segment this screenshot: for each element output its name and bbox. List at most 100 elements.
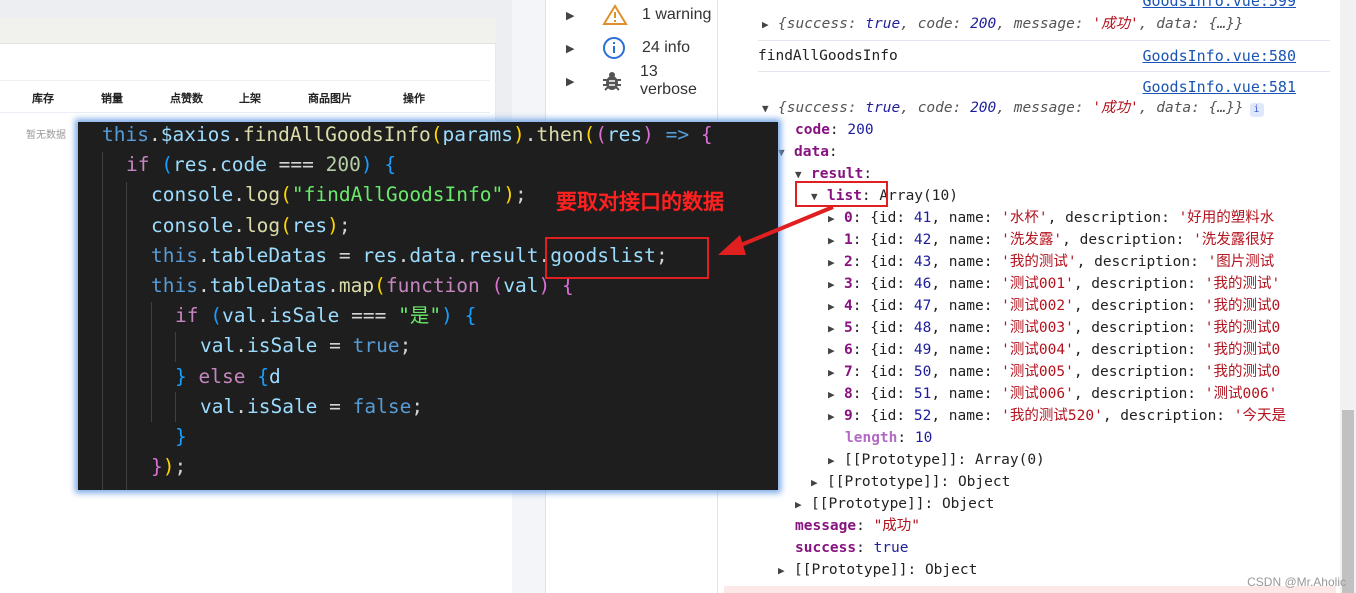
expand-arrow-icon[interactable]: ▶ <box>828 362 844 384</box>
column-header-stock[interactable]: 库存 <box>32 90 54 106</box>
code-token: . <box>235 334 247 358</box>
list-item[interactable]: ▶ 1: {id: 42, name: '洗发露', description: '… <box>828 229 1274 251</box>
code-line[interactable]: }); <box>151 452 186 482</box>
code-token: ( <box>161 153 173 177</box>
prop-data[interactable]: ▼ data: <box>778 141 838 163</box>
prototype-result[interactable]: ▶ [[Prototype]]: Object <box>811 471 1010 493</box>
collapse-arrow-icon[interactable]: ▼ <box>778 142 794 164</box>
code-token: findAllGoodsInfo <box>242 123 431 146</box>
expand-arrow-icon[interactable]: ▶ <box>828 296 844 318</box>
expand-arrow-icon[interactable]: ▶ <box>566 9 602 22</box>
code-token: data <box>409 243 457 267</box>
expand-arrow-icon[interactable]: ▶ <box>811 472 827 494</box>
value: 10 <box>914 430 933 446</box>
log-summary-expanded[interactable]: ▼ {success: true, code: 200, message: '成功… <box>762 97 1264 119</box>
expand-arrow-icon[interactable]: ▶ <box>828 274 844 296</box>
value: 200 <box>970 100 997 116</box>
filter-warnings[interactable]: ▶ 1 warning <box>566 3 711 27</box>
list-item[interactable]: ▶ 6: {id: 49, name: '测试004', description:… <box>828 339 1280 361</box>
code-line[interactable]: } <box>175 422 187 452</box>
expand-arrow-icon[interactable]: ▶ <box>828 384 844 406</box>
key: data <box>794 144 829 160</box>
text: , message: <box>996 16 1093 32</box>
collapse-arrow-icon[interactable]: ▼ <box>762 98 778 120</box>
code-token: } <box>175 364 187 388</box>
source-link-599[interactable]: GoodsInfo.vue:599 <box>1142 0 1296 10</box>
code-line[interactable]: this.$axios.findAllGoodsInfo(params).the… <box>102 122 713 150</box>
code-token: params <box>442 123 513 146</box>
code-token: . <box>524 123 537 146</box>
code-token: "是" <box>398 304 442 328</box>
text: [[Prototype]]: Array(0) <box>844 452 1045 468</box>
name: '测试001' <box>1001 276 1074 292</box>
code-token: . <box>257 304 269 328</box>
info-icon <box>602 36 642 60</box>
prop-message: message: "成功" <box>795 518 921 534</box>
code-token: function <box>385 274 480 297</box>
code-line[interactable]: if (res.code === 200) { <box>126 150 396 180</box>
expand-arrow-icon[interactable]: ▶ <box>566 75 601 88</box>
description: '好用的塑料水 <box>1178 210 1275 226</box>
info-badge[interactable]: i <box>1249 103 1264 117</box>
column-header-image[interactable]: 商品图片 <box>308 90 352 106</box>
column-header-likes[interactable]: 点赞数 <box>170 90 203 106</box>
list-item[interactable]: ▶ 9: {id: 52, name: '我的测试520', descriptio… <box>828 405 1286 427</box>
expand-arrow-icon[interactable]: ▶ <box>828 340 844 362</box>
filter-verbose[interactable]: ▶ 13 verbose <box>566 63 717 98</box>
list-item[interactable]: ▶ 2: {id: 43, name: '我的测试', description: … <box>828 251 1274 273</box>
code-token: = <box>317 334 353 358</box>
code-token: ( <box>595 123 607 146</box>
list-item[interactable]: ▶ 5: {id: 48, name: '测试003', description:… <box>828 317 1280 339</box>
description: '我的测试' <box>1204 276 1281 292</box>
value: true <box>865 16 901 32</box>
filter-info[interactable]: ▶ 24 info <box>566 36 690 60</box>
scrollbar-thumb[interactable] <box>1342 410 1354 593</box>
table-header: 库存 销量 点赞数 上架 商品图片 操作 <box>0 80 490 113</box>
code-token: . <box>233 213 245 237</box>
prototype-data[interactable]: ▶ [[Prototype]]: Object <box>795 493 994 515</box>
column-header-sales[interactable]: 销量 <box>101 90 123 106</box>
column-header-on-sale[interactable]: 上架 <box>239 90 261 106</box>
bug-icon <box>601 70 640 92</box>
code-token: ( <box>374 274 386 297</box>
code-token: === <box>266 153 326 177</box>
code-line[interactable]: console.log(res); <box>151 211 351 241</box>
code-line[interactable]: console.log("findAllGoodsInfo"); <box>151 180 527 210</box>
key: code <box>795 122 830 138</box>
source-link-581[interactable]: GoodsInfo.vue:581 <box>1142 76 1296 98</box>
code-token: . <box>148 123 161 146</box>
code-line[interactable]: if (val.isSale === "是") { <box>175 301 476 331</box>
prototype-root[interactable]: ▶ [[Prototype]]: Object <box>778 559 977 581</box>
code-token: ) <box>503 183 515 207</box>
description: '我的测试0 <box>1204 298 1281 314</box>
code-line[interactable]: val.isSale = false; <box>200 392 423 422</box>
log-summary-collapsed[interactable]: ▶ {success: true, code: 200, message: '成功… <box>762 13 1244 35</box>
code-token: result <box>468 243 539 267</box>
expand-arrow-icon[interactable]: ▶ <box>795 494 811 516</box>
value: 200 <box>970 16 997 32</box>
list-item[interactable]: ▶ 7: {id: 50, name: '测试005', description:… <box>828 361 1280 383</box>
code-token: ; <box>338 213 351 237</box>
expand-arrow-icon[interactable]: ▶ <box>566 42 602 55</box>
code-token: . <box>197 243 210 267</box>
code-line[interactable]: val.isSale = true; <box>200 331 411 361</box>
list-item[interactable]: ▶ 0: {id: 41, name: '水杯', description: '好… <box>828 207 1274 229</box>
list-item[interactable]: ▶ 8: {id: 51, name: '测试006', description:… <box>828 383 1277 405</box>
source-link-580[interactable]: GoodsInfo.vue:580 <box>1142 45 1296 67</box>
code-token: = <box>317 394 353 418</box>
code-line[interactable]: this.tableDatas.map(function (val) { <box>151 271 574 301</box>
expand-arrow-icon[interactable]: ▶ <box>762 14 778 36</box>
list-item[interactable]: ▶ 3: {id: 46, name: '测试001', description:… <box>828 273 1280 295</box>
prototype-array[interactable]: ▶ [[Prototype]]: Array(0) <box>828 449 1045 471</box>
code-token: tableDatas <box>209 243 328 267</box>
code-token: this <box>151 274 198 297</box>
code-token: res <box>362 243 398 267</box>
expand-arrow-icon[interactable]: ▶ <box>828 318 844 340</box>
expand-arrow-icon[interactable]: ▶ <box>828 450 844 472</box>
expand-arrow-icon[interactable]: ▶ <box>778 560 794 582</box>
column-header-actions[interactable]: 操作 <box>403 90 425 106</box>
expand-arrow-icon[interactable]: ▶ <box>828 406 844 428</box>
key: success <box>795 540 857 556</box>
list-item[interactable]: ▶ 4: {id: 47, name: '测试002', description:… <box>828 295 1280 317</box>
code-line[interactable]: } else {d <box>175 362 281 392</box>
